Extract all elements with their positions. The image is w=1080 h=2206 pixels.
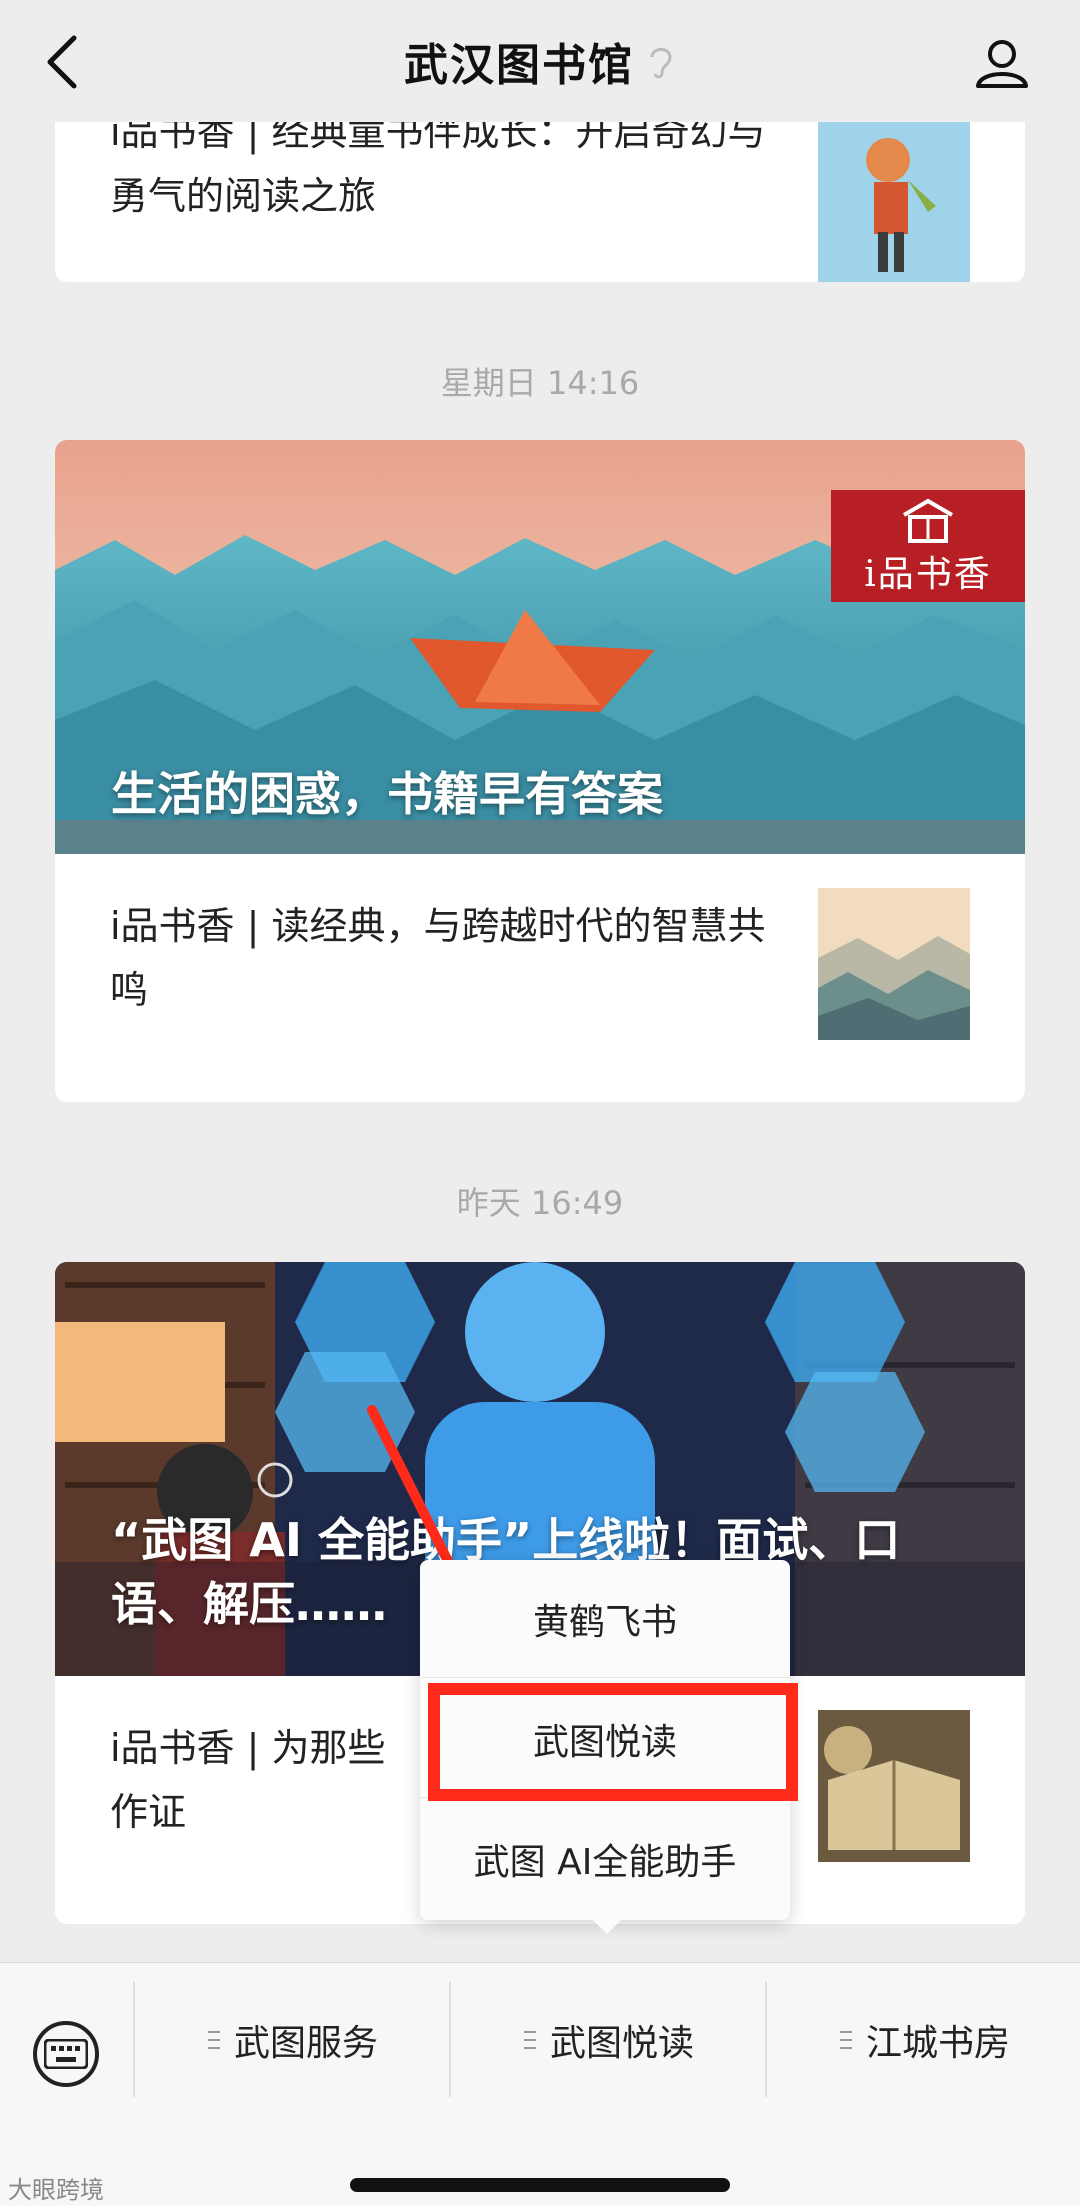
home-indicator[interactable]: [350, 2178, 730, 2192]
page-title: 武汉图书馆: [404, 40, 634, 91]
brand-badge: i品书香: [831, 490, 1025, 602]
menu-item-wutu-fuwu[interactable]: 武图服务: [135, 1977, 451, 2103]
menu-lines-icon: [839, 2031, 852, 2049]
article-thumbnail: [818, 1710, 970, 1862]
article-thumbnail: [818, 888, 970, 1040]
keyboard-icon[interactable]: [33, 2021, 99, 2087]
article-thumbnail: [818, 120, 970, 282]
submenu-item-wutu-yuedu[interactable]: 武图悦读: [420, 1680, 790, 1798]
article-card-group: 生活的困惑，书籍早有答案 i品书香 i品书香 | 读经典，与跨越时代的智慧共鸣: [55, 440, 1025, 1102]
hero-caption: 生活的困惑，书籍早有答案: [111, 767, 663, 821]
user-icon[interactable]: [974, 34, 1030, 90]
watermark: 大眼跨境: [8, 2176, 104, 2204]
menu-item-wutu-yuedu[interactable]: 武图悦读: [451, 1977, 767, 2103]
menu-item-label: 武图服务: [233, 2023, 378, 2064]
article-row[interactable]: i品书香 | 读经典，与跨越时代的智慧共鸣: [55, 854, 1025, 1102]
submenu-item-ai-assistant[interactable]: 武图 AI全能助手: [420, 1800, 790, 1918]
submenu-item-huanghe-feishu[interactable]: 黄鹤飞书: [420, 1560, 790, 1678]
message-timestamp: 星期日 14:16: [440, 364, 640, 402]
hero-article[interactable]: 生活的困惑，书籍早有答案 i品书香: [55, 440, 1025, 854]
ear-icon: [650, 48, 672, 79]
menu-item-jiangcheng-shufang[interactable]: 江城书房: [767, 1977, 1080, 2103]
submenu-popup: 黄鹤飞书 武图悦读 武图 AI全能助手: [420, 1560, 790, 1934]
menu-lines-icon: [523, 2031, 536, 2049]
menu-item-label: 武图悦读: [549, 2023, 694, 2064]
menu-lines-icon: [207, 2031, 220, 2049]
badge-text: i品书香: [864, 554, 992, 595]
menu-item-label: 江城书房: [865, 2023, 1010, 2064]
bottom-menu-bar: 武图服务 武图悦读 江城书房: [0, 1962, 1080, 2206]
top-navbar: 武汉图书馆: [0, 0, 1080, 122]
chevron-left-icon[interactable]: [42, 34, 82, 90]
message-timestamp: 昨天 16:49: [456, 1184, 624, 1222]
library-logo-icon: [902, 498, 954, 543]
article-title: i品书香 | 读经典，与跨越时代的智慧共鸣: [110, 904, 766, 1012]
